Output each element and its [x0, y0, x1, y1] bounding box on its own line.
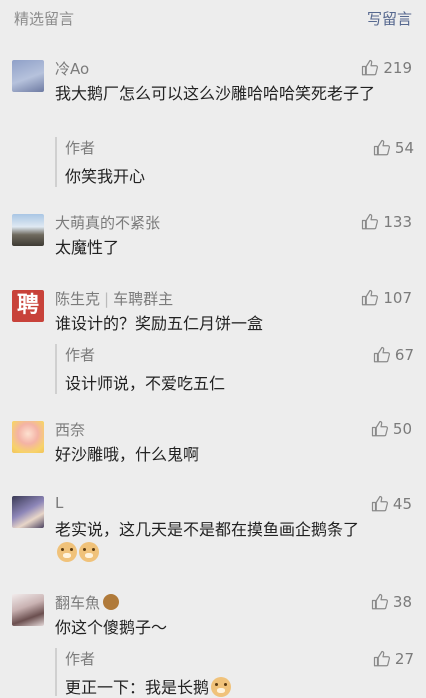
- thumbs-up-icon: [371, 593, 388, 610]
- reply-text: 你笑我开心: [65, 167, 146, 186]
- doge-emoji-icon: [211, 677, 232, 697]
- comments-header: 精选留言 写留言: [0, 0, 426, 36]
- reply-text: 设计师说，不爱吃五仁: [65, 374, 226, 393]
- comment-nickname[interactable]: L: [55, 494, 63, 512]
- comment-text: 谁设计的？奖励五仁月饼一盒: [55, 314, 264, 333]
- comment-text: 老实说，这几天是不是都在摸鱼画企鹅条了: [55, 520, 360, 539]
- comment-text: 好沙雕哦，什么鬼啊: [55, 445, 200, 464]
- thumbs-up-icon: [362, 59, 379, 76]
- thumbs-up-icon: [371, 420, 388, 437]
- avatar[interactable]: 聘: [12, 290, 44, 322]
- thumbs-up-icon: [362, 213, 379, 230]
- featured-comments-title: 精选留言: [14, 10, 75, 28]
- doge-emoji-icon: [57, 542, 77, 562]
- comment-nickname[interactable]: 大萌真的不紧张: [55, 212, 160, 233]
- reply-author: 作者: [65, 346, 96, 364]
- write-comment-button[interactable]: 写留言: [367, 8, 412, 29]
- reply-author: 作者: [65, 650, 96, 668]
- like-count: 54: [394, 139, 414, 157]
- thumbs-up-icon: [373, 650, 390, 667]
- bear-emoji-icon: [103, 594, 120, 610]
- like-button[interactable]: 50: [371, 420, 412, 438]
- thumbs-up-icon: [371, 495, 388, 512]
- like-count: 38: [392, 593, 412, 611]
- reply-like-button[interactable]: 54: [373, 139, 414, 157]
- reply-text: 更正一下：我是长鹅: [65, 674, 232, 698]
- comment-text: 你这个傻鹅子～: [55, 618, 168, 637]
- like-button[interactable]: 133: [361, 213, 412, 231]
- comment-nickname[interactable]: 冷Ao: [55, 58, 89, 79]
- doge-emoji-icon: [79, 542, 99, 562]
- author-reply: 作者 设计师说，不爱吃五仁 67: [55, 344, 414, 394]
- like-count: 133: [383, 213, 412, 231]
- thumbs-up-icon: [362, 289, 379, 306]
- like-count: 50: [392, 420, 412, 438]
- reply-author: 作者: [65, 139, 96, 157]
- comment-nickname[interactable]: 西奈: [55, 419, 85, 440]
- like-button[interactable]: 38: [371, 593, 412, 611]
- like-count: 27: [394, 650, 414, 668]
- like-count: 67: [394, 346, 414, 364]
- avatar[interactable]: [12, 421, 44, 453]
- like-count: 219: [383, 59, 412, 77]
- avatar[interactable]: [12, 60, 44, 92]
- comment-text: 我大鹅厂怎么可以这么沙雕哈哈哈笑死老子了: [55, 84, 376, 103]
- avatar[interactable]: [12, 496, 44, 528]
- avatar[interactable]: [12, 214, 44, 246]
- like-count: 45: [392, 495, 412, 513]
- like-count: 107: [383, 289, 412, 307]
- author-reply: 作者 你笑我开心 54: [55, 137, 414, 187]
- like-button[interactable]: 219: [361, 59, 412, 77]
- emoji-row: [55, 541, 415, 564]
- thumbs-up-icon: [373, 346, 390, 363]
- reply-like-button[interactable]: 67: [373, 346, 414, 364]
- comment-text: 太魔性了: [55, 238, 120, 257]
- comment-nickname[interactable]: 陈生克 | 车聘群主: [55, 288, 173, 309]
- author-reply: 作者 更正一下：我是长鹅 27: [55, 648, 414, 698]
- reply-like-button[interactable]: 27: [373, 650, 414, 668]
- like-button[interactable]: 107: [361, 289, 412, 307]
- comment-nickname[interactable]: 翻车魚: [55, 592, 120, 613]
- like-button[interactable]: 45: [371, 495, 412, 513]
- thumbs-up-icon: [373, 139, 390, 156]
- avatar[interactable]: [12, 594, 44, 626]
